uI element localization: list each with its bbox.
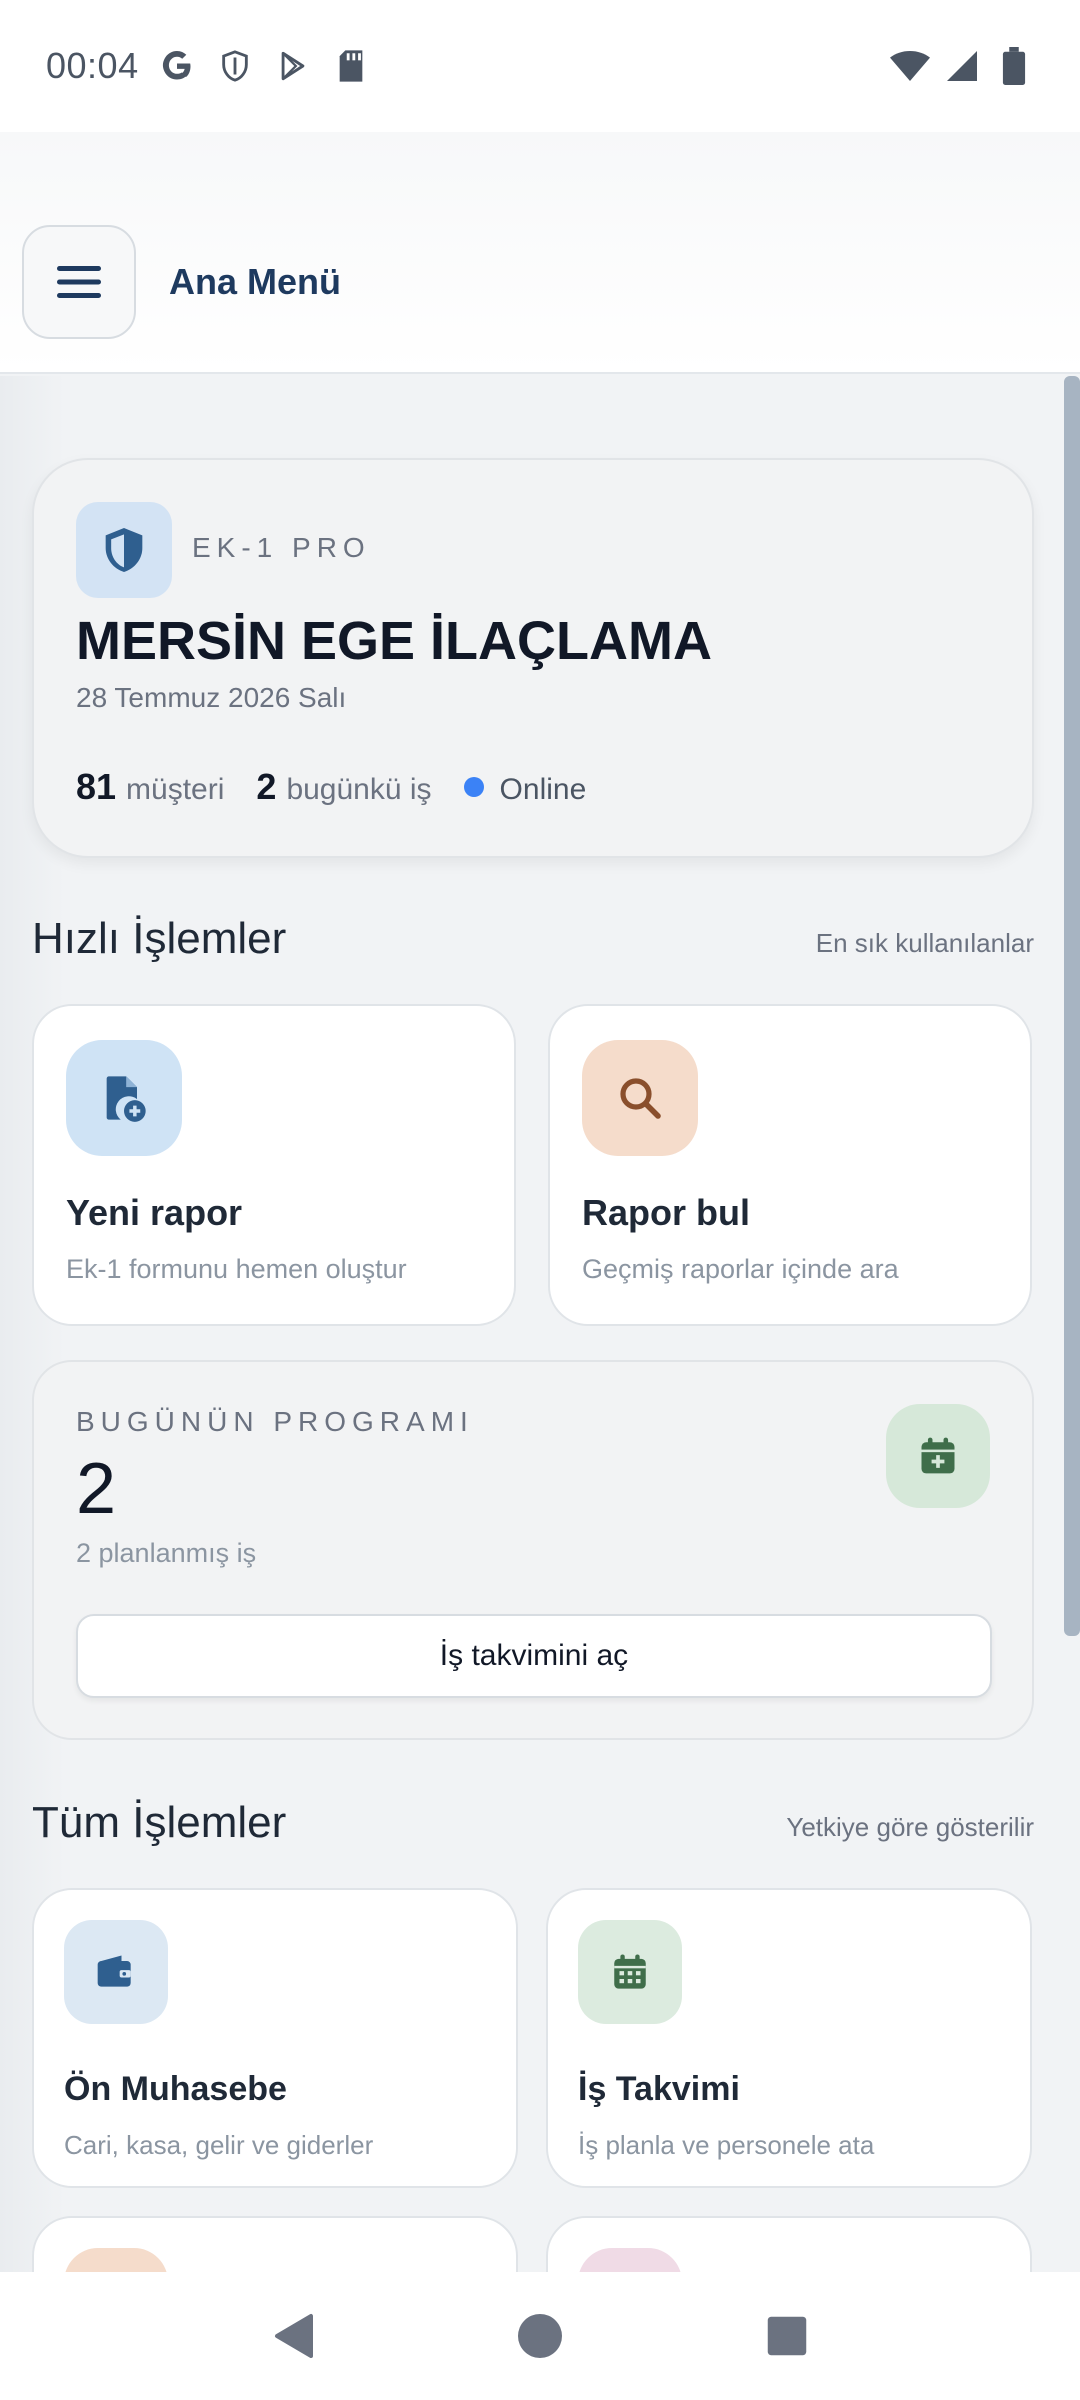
google-icon [157, 46, 197, 86]
sd-card-icon [331, 46, 371, 86]
pre-accounting-title: Ön Muhasebe [64, 2070, 287, 2108]
company-card: EK-1 PRO MERSİN EGE İLAÇLAMA 28 Temmuz 2… [32, 458, 1034, 858]
new-report-title: Yeni rapor [66, 1192, 243, 1233]
find-report-subtitle: Geçmiş raporlar içinde ara [582, 1254, 899, 1284]
main-content[interactable]: EK-1 PRO MERSİN EGE İLAÇLAMA 28 Temmuz 2… [0, 376, 1080, 2272]
action-icon [64, 2248, 168, 2272]
find-report-card[interactable]: Rapor bul Geçmiş raporlar içinde ara [548, 1004, 1032, 1326]
brand-badge [76, 502, 172, 598]
new-report-card[interactable]: Yeni rapor Ek-1 formunu hemen oluştur [32, 1004, 516, 1326]
new-document-icon [66, 1040, 182, 1156]
play-store-icon [273, 46, 313, 86]
today-jobs-count: 2 [256, 766, 277, 807]
customers-count: 81 [76, 766, 117, 807]
search-icon [582, 1040, 698, 1156]
company-stats: 81 müşteri 2 bugünkü iş Online [76, 766, 586, 808]
today-program-label: BUGÜNÜN PROGRAMI [76, 1406, 474, 1437]
recents-icon [767, 2316, 806, 2356]
menu-button[interactable] [22, 225, 136, 339]
home-button[interactable] [500, 2296, 580, 2376]
open-calendar-button[interactable]: İş takvimini aç [76, 1614, 992, 1698]
action-icon [578, 2248, 682, 2272]
company-name: MERSİN EGE İLAÇLAMA [76, 611, 713, 671]
page-title: Ana Menü [169, 261, 342, 302]
quick-actions-title: Hızlı İşlemler [32, 914, 287, 963]
status-bar: 00:04 [0, 0, 1080, 132]
today-program-count: 2 [76, 1449, 117, 1529]
shield-icon [215, 46, 255, 86]
action-card-peek[interactable] [546, 2216, 1032, 2272]
pre-accounting-card[interactable]: Ön Muhasebe Cari, kasa, gelir ve giderle… [32, 1888, 518, 2188]
brand-label: EK-1 PRO [192, 532, 371, 563]
status-left: 00:04 [46, 45, 371, 87]
hamburger-menu-icon [57, 266, 101, 298]
today-jobs-label: bugünkü iş [286, 773, 432, 806]
back-button[interactable] [253, 2296, 333, 2376]
all-actions-title: Tüm İşlemler [32, 1798, 287, 1847]
calendar-add-icon [886, 1404, 990, 1508]
back-icon [275, 2314, 314, 2358]
status-right [890, 46, 1034, 86]
today-program-subtitle: 2 planlanmış iş [76, 1538, 257, 1568]
all-actions-hint: Yetkiye göre gösterilir [786, 1812, 1034, 1842]
online-status-text: Online [499, 773, 587, 806]
quick-actions-hint: En sık kullanılanlar [815, 928, 1034, 958]
system-nav-bar [0, 2272, 1080, 2400]
home-icon [517, 2314, 562, 2358]
customers-label: müşteri [126, 773, 225, 806]
find-report-title: Rapor bul [582, 1192, 750, 1233]
battery-icon [994, 46, 1034, 86]
pre-accounting-subtitle: Cari, kasa, gelir ve giderler [64, 2130, 374, 2160]
wallet-icon [64, 1920, 168, 2024]
status-time: 00:04 [46, 45, 139, 86]
app-header: Ana Menü [0, 132, 1080, 374]
recents-button[interactable] [747, 2296, 827, 2376]
job-calendar-subtitle: İş planla ve personele ata [578, 2130, 875, 2160]
new-report-subtitle: Ek-1 formunu hemen oluştur [66, 1254, 407, 1284]
wifi-icon [890, 46, 930, 86]
calendar-icon [578, 1920, 682, 2024]
shield-icon [105, 528, 143, 572]
job-calendar-title: İş Takvimi [578, 2070, 740, 2108]
signal-icon [942, 46, 982, 86]
scrollbar[interactable] [1064, 376, 1080, 1636]
online-status-dot [463, 777, 484, 797]
today-program-card: BUGÜNÜN PROGRAMI 2 2 planlanmış iş İş ta… [32, 1360, 1034, 1740]
current-date: 28 Temmuz 2026 Salı [76, 682, 347, 713]
job-calendar-card[interactable]: İş Takvimi İş planla ve personele ata [546, 1888, 1032, 2188]
action-card-peek[interactable] [32, 2216, 518, 2272]
